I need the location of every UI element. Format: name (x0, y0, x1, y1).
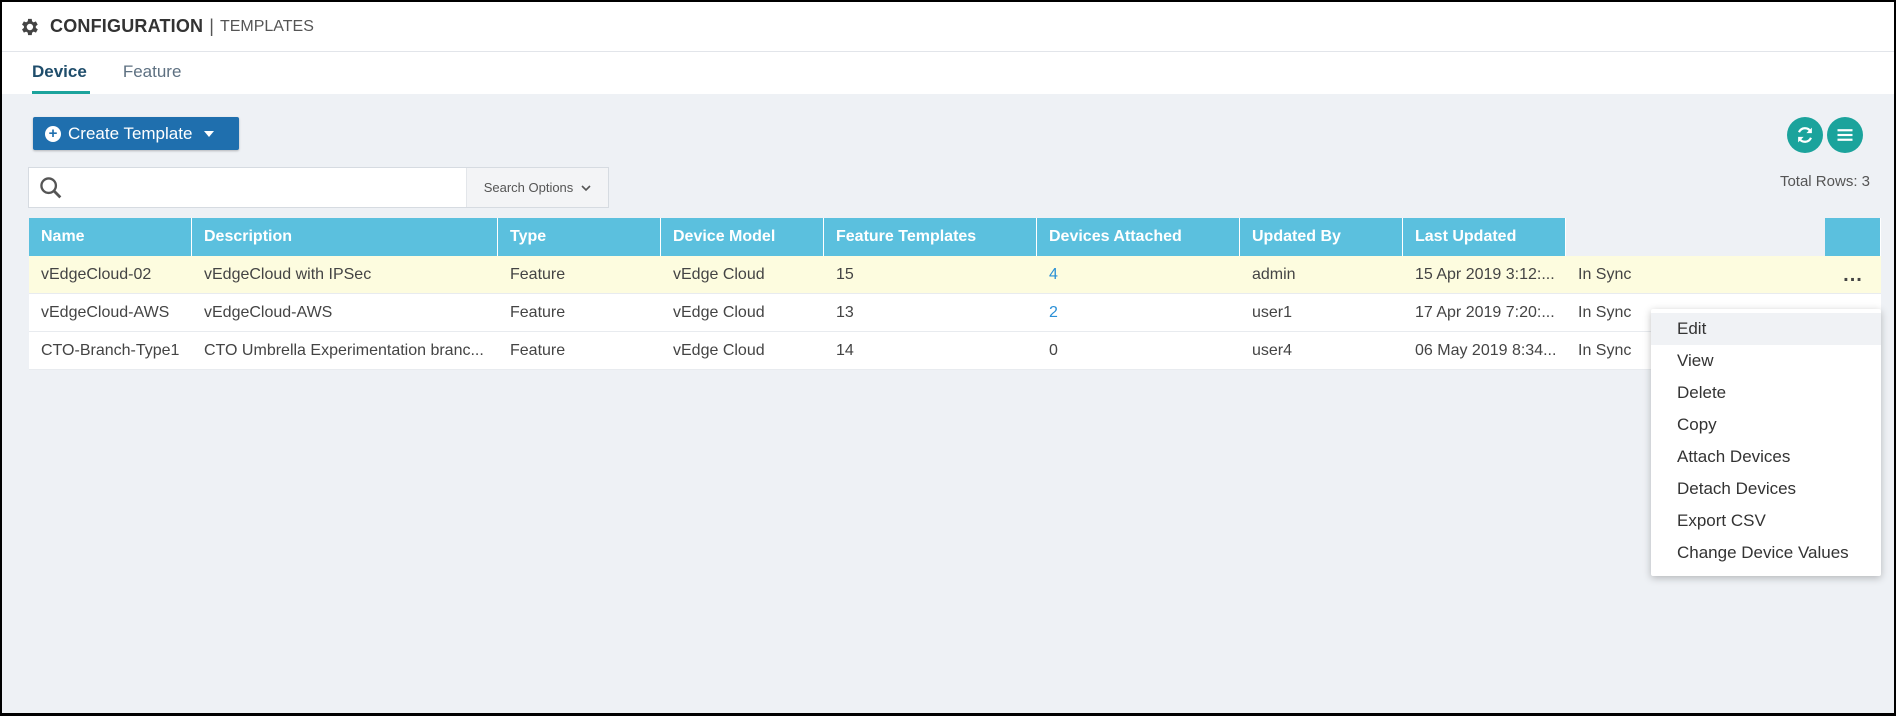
devices-attached-link[interactable]: 2 (1037, 294, 1240, 332)
refresh-icon (1798, 127, 1812, 143)
cell-description: CTO Umbrella Experimentation branc... (204, 342, 484, 359)
column-header-type[interactable]: Type (498, 218, 661, 256)
cell-last-updated: 15 Apr 2019 3:12:... (1415, 266, 1555, 283)
cell-device-model: vEdge Cloud (673, 304, 765, 321)
search-options-label: Search Options (483, 180, 574, 195)
table-row[interactable]: CTO-Branch-Type1 CTO Umbrella Experiment… (29, 332, 1881, 370)
cell-name: vEdgeCloud-AWS (41, 304, 170, 321)
menu-item-change-device-values[interactable]: Change Device Values (1651, 537, 1881, 569)
table-header: Name Description Type Device Model Featu… (29, 218, 1881, 256)
menu-item-detach-devices[interactable]: Detach Devices (1651, 473, 1881, 505)
plus-circle-icon: + (45, 125, 61, 142)
cell-type: Feature (510, 266, 566, 283)
column-header-description[interactable]: Description (192, 218, 498, 256)
templates-table: Name Description Type Device Model Featu… (29, 218, 1881, 370)
cell-devices-attached: 0 (1049, 342, 1058, 359)
column-header-feature-templates[interactable]: Feature Templates (824, 218, 1037, 256)
create-template-button[interactable]: + Create Template (33, 117, 239, 150)
page-title: CONFIGURATION (50, 16, 204, 36)
column-header-device-model[interactable]: Device Model (661, 218, 824, 256)
column-header-devices-attached[interactable]: Devices Attached (1037, 218, 1240, 256)
cell-last-updated: 06 May 2019 8:34... (1415, 342, 1557, 359)
menu-item-delete[interactable]: Delete (1651, 377, 1881, 409)
cell-feature-templates: 15 (836, 266, 854, 283)
search-input[interactable] (65, 168, 466, 207)
cell-last-updated: 17 Apr 2019 7:20:... (1415, 304, 1555, 321)
menu-item-attach-devices[interactable]: Attach Devices (1651, 441, 1881, 473)
column-header-status (1566, 218, 1825, 256)
cell-description: vEdgeCloud-AWS (204, 304, 333, 321)
tab-device[interactable]: Device (32, 52, 90, 94)
tab-feature[interactable]: Feature (123, 52, 182, 94)
app-window: CONFIGURATION | TEMPLATES Device Feature… (2, 2, 1894, 713)
column-header-name[interactable]: Name (29, 218, 192, 256)
caret-down-icon (204, 130, 215, 137)
cell-feature-templates: 14 (836, 342, 854, 359)
cell-updated-by: admin (1252, 266, 1296, 283)
menu-item-view[interactable]: View (1651, 345, 1881, 377)
cell-name: vEdgeCloud-02 (41, 266, 152, 283)
column-header-last-updated[interactable]: Last Updated (1403, 218, 1566, 256)
title-separator: | (209, 16, 214, 36)
create-template-label: Create Template (68, 123, 193, 143)
devices-attached-link[interactable]: 4 (1037, 256, 1240, 294)
tab-bar: Device Feature (2, 52, 1894, 94)
cell-feature-templates: 13 (836, 304, 854, 321)
search-icon (40, 176, 62, 198)
cell-device-model: vEdge Cloud (673, 266, 765, 283)
column-header-actions (1825, 218, 1881, 256)
cell-updated-by: user4 (1252, 342, 1293, 359)
cell-name: CTO-Branch-Type1 (41, 342, 180, 359)
list-menu-button[interactable] (1827, 117, 1863, 153)
more-actions-icon[interactable]: ... (1825, 256, 1881, 294)
cell-status: In Sync (1578, 266, 1632, 283)
chevron-down-icon (581, 184, 591, 191)
refresh-button[interactable] (1787, 117, 1823, 153)
search-bar: Search Options (28, 167, 609, 208)
cell-type: Feature (510, 342, 566, 359)
table-row[interactable]: vEdgeCloud-02 vEdgeCloud with IPSec Feat… (29, 256, 1881, 294)
cell-device-model: vEdge Cloud (673, 342, 765, 359)
search-options-dropdown[interactable]: Search Options (466, 168, 608, 207)
list-menu-icon (1837, 129, 1853, 141)
menu-item-export-csv[interactable]: Export CSV (1651, 505, 1881, 537)
cell-type: Feature (510, 304, 566, 321)
row-actions-menu: Edit View Delete Copy Attach Devices Det… (1651, 309, 1881, 576)
menu-item-edit[interactable]: Edit (1651, 313, 1881, 345)
menu-item-copy[interactable]: Copy (1651, 409, 1881, 441)
gear-icon (22, 18, 38, 35)
page-subtitle: TEMPLATES (219, 17, 314, 35)
page-header: CONFIGURATION | TEMPLATES (2, 2, 1894, 52)
total-rows-count: Total Rows: 3 (1779, 173, 1870, 190)
table-row[interactable]: vEdgeCloud-AWS vEdgeCloud-AWS Feature vE… (29, 294, 1881, 332)
cell-updated-by: user1 (1252, 304, 1293, 321)
cell-description: vEdgeCloud with IPSec (204, 266, 372, 283)
column-header-updated-by[interactable]: Updated By (1240, 218, 1403, 256)
